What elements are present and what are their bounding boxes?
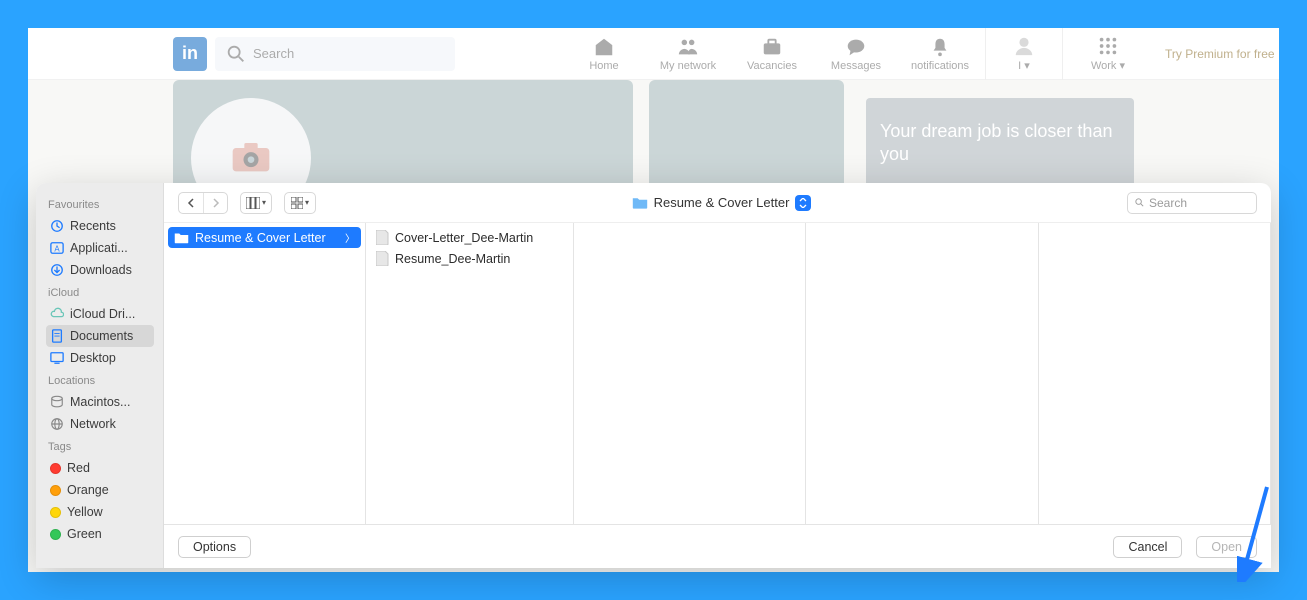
chevron-right-icon xyxy=(211,198,221,208)
file-row[interactable]: Cover-Letter_Dee-Martin xyxy=(370,227,569,248)
search-icon xyxy=(225,43,247,65)
file-row[interactable]: Resume_Dee-Martin xyxy=(370,248,569,269)
linkedin-logo[interactable]: in xyxy=(173,37,207,71)
finder-search-placeholder: Search xyxy=(1149,196,1187,210)
tag-dot-icon xyxy=(50,507,61,518)
sidebar-item-red[interactable]: Red xyxy=(46,457,154,479)
sidebar-item-recents[interactable]: Recents xyxy=(46,215,154,237)
search-icon xyxy=(1134,197,1145,208)
column-browser: Resume & Cover Letter〉Cover-Letter_Dee-M… xyxy=(164,223,1271,524)
linkedin-search[interactable]: Search xyxy=(215,37,455,71)
dialog-footer: Options Cancel Open xyxy=(164,524,1271,568)
nav-avatar[interactable]: I ▾ xyxy=(985,28,1063,80)
folder-icon xyxy=(632,196,648,210)
nav-people[interactable]: My network xyxy=(649,28,727,80)
finder-toolbar: ▾ ▾ Resume & Cover Letter xyxy=(164,183,1271,223)
desktop-icon xyxy=(50,351,64,365)
sidebar-section-locations: Locations xyxy=(48,375,163,387)
options-button[interactable]: Options xyxy=(178,536,251,558)
column-0: Resume & Cover Letter〉 xyxy=(164,223,366,524)
back-button[interactable] xyxy=(179,192,203,214)
camera-icon xyxy=(231,143,271,173)
column-3 xyxy=(806,223,1038,524)
linkedin-topnav: in Search HomeMy networkVacanciesMessage… xyxy=(28,28,1279,80)
column-1: Cover-Letter_Dee-MartinResume_Dee-Martin xyxy=(366,223,574,524)
folder-dropdown-icon xyxy=(795,195,811,211)
sidebar-item-orange[interactable]: Orange xyxy=(46,479,154,501)
a-window-icon: A xyxy=(50,241,64,255)
view-grid-toggle[interactable]: ▾ xyxy=(284,192,316,214)
view-columns-toggle[interactable]: ▾ xyxy=(240,192,272,214)
nav-back-forward xyxy=(178,192,228,214)
sidebar-item-green[interactable]: Green xyxy=(46,523,154,545)
briefcase-icon xyxy=(761,36,783,58)
linkedin-search-placeholder: Search xyxy=(253,46,294,61)
nav-home[interactable]: Home xyxy=(565,28,643,80)
nav-apps[interactable]: Work ▾ xyxy=(1069,28,1147,80)
sidebar-section-tags: Tags xyxy=(48,441,163,453)
sidebar-item-network[interactable]: Network xyxy=(46,413,154,435)
sidebar-item-yellow[interactable]: Yellow xyxy=(46,501,154,523)
clock-icon xyxy=(50,219,64,233)
grid-icon xyxy=(291,197,303,209)
globe-icon xyxy=(50,417,64,431)
chevron-right-icon: 〉 xyxy=(345,230,355,245)
bell-icon xyxy=(929,36,951,58)
file-icon xyxy=(376,251,389,266)
forward-button[interactable] xyxy=(203,192,227,214)
tag-dot-icon xyxy=(50,485,61,496)
sidebar-item-desktop[interactable]: Desktop xyxy=(46,347,154,369)
sidebar-item-downloads[interactable]: Downloads xyxy=(46,259,154,281)
nav-briefcase[interactable]: Vacancies xyxy=(733,28,811,80)
open-button[interactable]: Open xyxy=(1196,536,1257,558)
doc-icon xyxy=(50,329,64,343)
sidebar-section-icloud: iCloud xyxy=(48,287,163,299)
column-2 xyxy=(574,223,806,524)
chat-icon xyxy=(845,36,867,58)
sidebar-section-favourites: Favourites xyxy=(48,199,163,211)
finder-search[interactable]: Search xyxy=(1127,192,1257,214)
finder-sidebar: Favourites RecentsAApplicati...Downloads i… xyxy=(36,183,164,568)
disk-icon xyxy=(50,395,64,409)
file-row[interactable]: Resume & Cover Letter〉 xyxy=(168,227,361,248)
file-icon xyxy=(376,230,389,245)
current-folder-dropdown[interactable]: Resume & Cover Letter xyxy=(632,195,812,211)
tag-dot-icon xyxy=(50,463,61,474)
nav-chat[interactable]: Messages xyxy=(817,28,895,80)
current-folder-label: Resume & Cover Letter xyxy=(654,195,790,210)
sidebar-item-macintos-[interactable]: Macintos... xyxy=(46,391,154,413)
svg-text:A: A xyxy=(54,245,60,254)
nav-bell[interactable]: notifications xyxy=(901,28,979,80)
cloud-icon xyxy=(50,307,64,321)
home-icon xyxy=(593,36,615,58)
cancel-button[interactable]: Cancel xyxy=(1113,536,1182,558)
folder-icon xyxy=(174,232,189,244)
columns-icon xyxy=(246,197,260,209)
sidebar-item-icloud-dri-[interactable]: iCloud Dri... xyxy=(46,303,154,325)
download-icon xyxy=(50,263,64,277)
avatar-icon xyxy=(1013,35,1035,57)
chevron-left-icon xyxy=(186,198,196,208)
profile-cover[interactable] xyxy=(173,80,633,190)
premium-link[interactable]: Try Premium for free xyxy=(1165,47,1275,61)
file-open-dialog: Favourites RecentsAApplicati...Downloads i… xyxy=(36,183,1271,568)
column-4 xyxy=(1039,223,1271,524)
tag-dot-icon xyxy=(50,529,61,540)
sidebar-item-documents[interactable]: Documents xyxy=(46,325,154,347)
apps-icon xyxy=(1097,35,1119,57)
sidebar-item-applicati-[interactable]: AApplicati... xyxy=(46,237,154,259)
people-icon xyxy=(677,36,699,58)
